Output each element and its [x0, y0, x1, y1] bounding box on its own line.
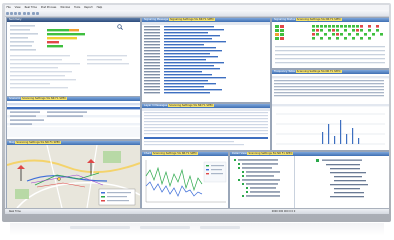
status-title-label: Signaling Status [274, 18, 296, 21]
signaling-highlight: Signaling Settings 5G NR F1 SPEC [169, 18, 215, 21]
scenario-title-label: Scenario [9, 97, 21, 100]
frequency-table [272, 76, 389, 145]
scenario-rows [7, 103, 140, 137]
map-view[interactable] [7, 144, 140, 208]
scenario-panel: Scenario Scanning Settings 5G NR F1 SPEC [6, 96, 141, 140]
stop-icon[interactable] [18, 11, 22, 15]
detail-tree [234, 156, 368, 208]
app-window: File View Real Time Post Process Window … [5, 5, 389, 214]
stand-segment [200, 226, 240, 229]
stand-segment [70, 226, 130, 229]
record-icon[interactable] [23, 11, 27, 15]
signaling-message-list [142, 22, 270, 94]
signaling-title-label: Signaling Message [144, 18, 169, 21]
chart-title-label: Chart [144, 152, 152, 155]
signaling-panel: Signaling Message Signaling Settings 5G … [141, 17, 271, 103]
summary-bars [10, 25, 129, 89]
frequency-title-label: Frequency Table [274, 70, 295, 73]
open-icon[interactable] [5, 11, 9, 15]
chart-panel: Chart Scanning Settings 5G NR F1 SPEC [141, 151, 229, 209]
chart-highlight: Scanning Settings 5G NR F1 SPEC [151, 152, 198, 155]
status-left: Real Time [9, 210, 21, 213]
save-icon[interactable] [9, 11, 13, 15]
detail-panel: Detail View Scanning Settings 5G NR F1 S… [229, 151, 389, 209]
status-bar: Real Time 0000 000 000 0 0 0 [5, 208, 389, 214]
layer3-grid [142, 108, 270, 146]
map-panel: Map Scanning Settings 5G NR F1 SPEC [6, 140, 141, 209]
detail-title-label: Detail View [232, 152, 247, 155]
scenario-highlight: Scanning Settings 5G NR F1 SPEC [21, 97, 68, 100]
layout-icon[interactable] [32, 11, 36, 15]
map-title-label: Map [9, 141, 15, 144]
summary-panel: Summary [6, 17, 141, 97]
chart-view [142, 156, 228, 208]
play-icon[interactable] [14, 11, 18, 15]
status-highlight: Scanning Settings 5G NR F1 SPEC [295, 18, 342, 21]
layer3-highlight: Scanning Settings 5G NR F1 SPEC [168, 104, 215, 107]
monitor-stand [10, 223, 384, 236]
layer3-panel: Layer 3 Messages Scanning Settings 5G NR… [141, 103, 271, 151]
frequency-highlight: Scanning Settings 5G NR F1 SPEC [295, 70, 342, 73]
toolbar [5, 10, 389, 17]
map-highlight: Scanning Settings 5G NR F1 SPEC [15, 141, 62, 144]
settings-icon[interactable] [36, 11, 40, 15]
status-right: 0000 000 000 0 0 0 [271, 210, 296, 213]
drive-position-icon [57, 177, 61, 181]
detail-highlight: Scanning Settings 5G NR F1 SPEC [247, 152, 294, 155]
layer3-title-label: Layer 3 Messages [144, 104, 168, 107]
status-cell-grid [275, 25, 385, 64]
frequency-panel: Frequency Table Scanning Settings 5G NR … [271, 69, 389, 151]
status-panel: Signaling Status Scanning Settings 5G NR… [271, 17, 389, 69]
zoom-icon[interactable] [27, 11, 31, 15]
stand-segment [140, 226, 190, 229]
